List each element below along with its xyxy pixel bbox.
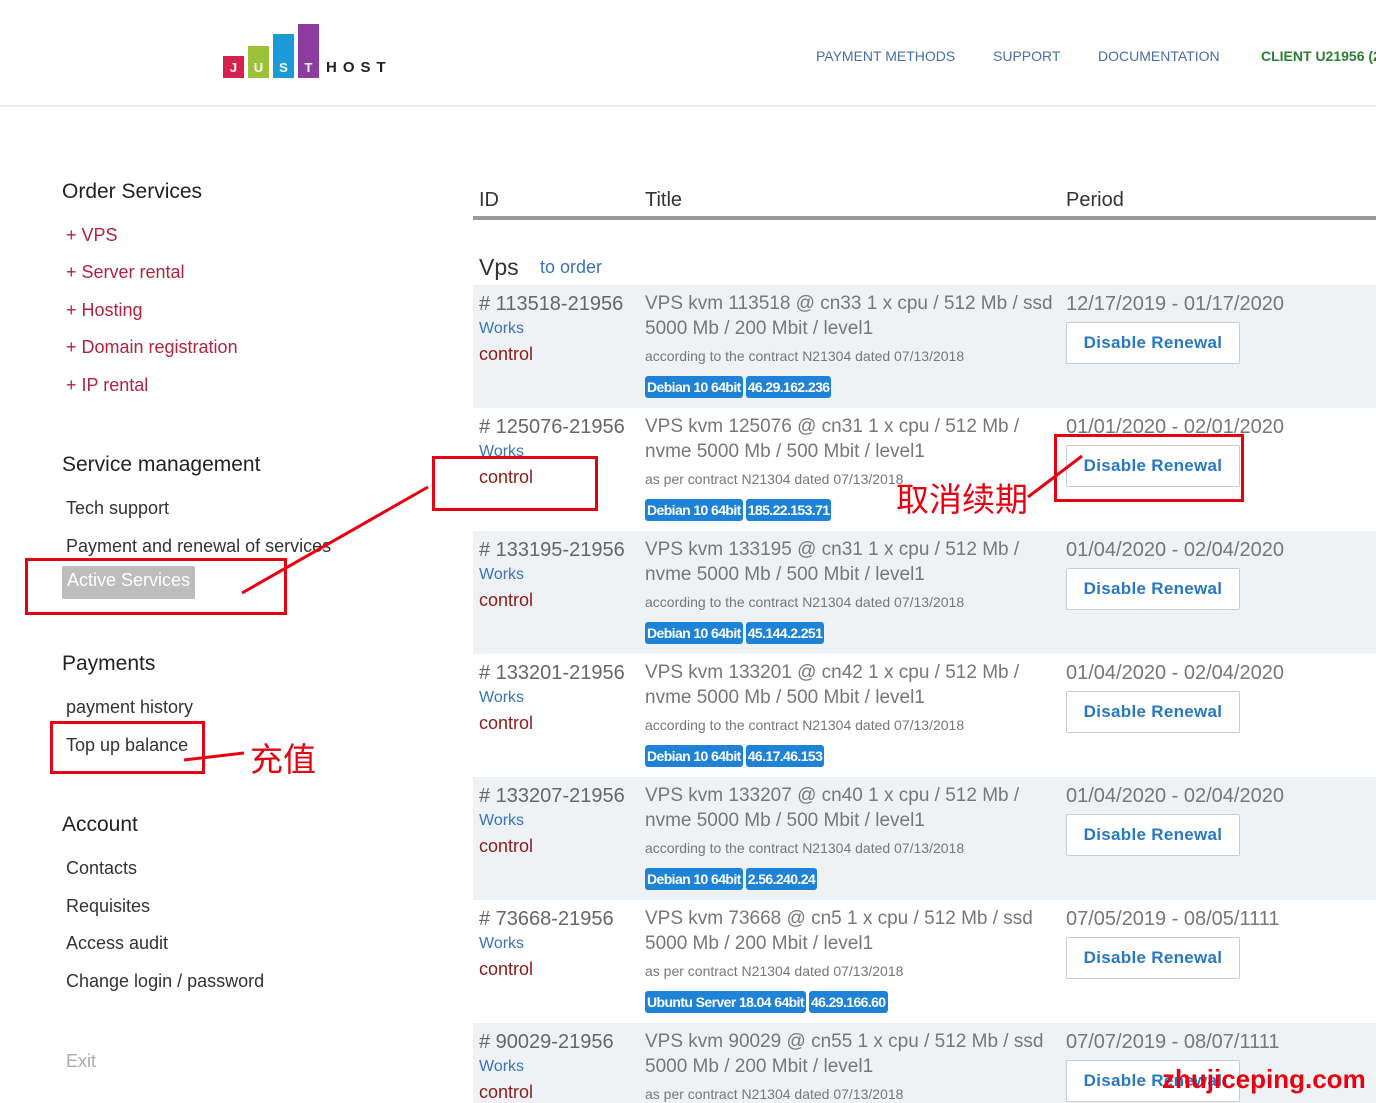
annotation-lines xyxy=(183,454,1083,762)
highlight-control xyxy=(432,456,598,511)
highlight-active-services xyxy=(25,558,287,615)
highlight-disable-renewal xyxy=(1054,434,1244,502)
watermark: zhujiceping.com xyxy=(1162,1064,1366,1094)
annotation-cancel-renewal: 取消续期 xyxy=(896,480,1028,519)
annotation-top-up: 充值 xyxy=(250,740,316,779)
highlight-top-up xyxy=(50,721,205,774)
